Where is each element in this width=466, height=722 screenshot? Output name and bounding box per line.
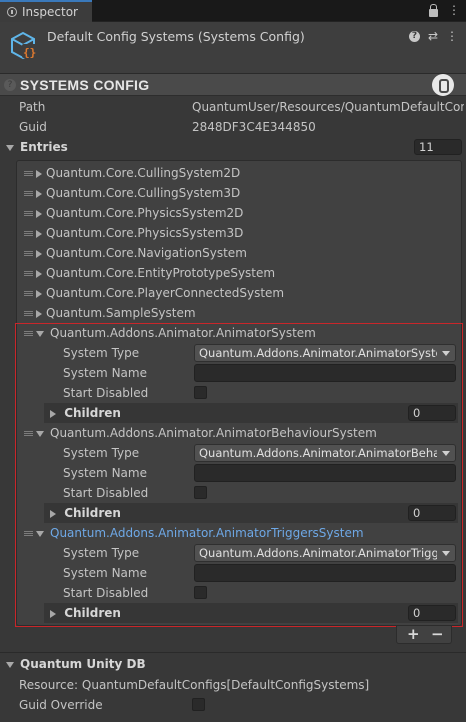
foldout-arrow-icon[interactable] [36, 189, 42, 198]
drag-handle-icon[interactable] [24, 311, 33, 316]
kebab-menu-icon[interactable]: ⋮ [448, 3, 460, 17]
foldout-arrow-icon[interactable] [36, 289, 42, 298]
object-title: Default Config Systems (Systems Config) [47, 29, 305, 44]
tab-label: Inspector [22, 5, 78, 19]
info-icon [7, 7, 17, 17]
list-item[interactable]: Quantum.Core.CullingSystem3D [24, 183, 240, 203]
list-item[interactable]: Quantum.Core.CullingSystem2D [24, 163, 240, 183]
path-label: Path [19, 100, 46, 114]
drag-handle-icon[interactable] [24, 291, 33, 296]
drag-handle-icon[interactable] [24, 231, 33, 236]
drag-handle-icon[interactable] [24, 211, 33, 216]
svg-text:{}: {} [23, 46, 36, 59]
foldout-arrow-icon[interactable] [36, 269, 42, 278]
unity-db-foldout[interactable]: Quantum Unity DB [6, 654, 146, 674]
foldout-arrow-icon[interactable] [36, 309, 42, 318]
foldout-arrow-icon[interactable] [36, 209, 42, 218]
list-item[interactable]: Quantum.Core.EntityPrototypeSystem [24, 263, 275, 283]
header-controls: ? ⇄ ⋮ [408, 29, 458, 43]
foldout-arrow-icon[interactable] [36, 169, 42, 178]
drag-handle-icon[interactable] [24, 271, 33, 276]
list-footer-buttons: + − [396, 626, 452, 644]
drag-handle-icon[interactable] [24, 191, 33, 196]
entries-foldout[interactable]: Entries [6, 137, 68, 157]
path-value: QuantumUser/Resources/QuantumDefaultConf… [192, 100, 464, 114]
guid-override-label: Guid Override [19, 698, 103, 712]
list-item[interactable]: Quantum.Core.NavigationSystem [24, 243, 247, 263]
entries-size-field[interactable]: 11 [414, 139, 462, 155]
foldout-arrow-icon [6, 144, 14, 151]
lock-icon[interactable] [429, 4, 438, 17]
list-item[interactable]: Quantum.Core.PlayerConnectedSystem [24, 283, 284, 303]
list-item[interactable]: Quantum.Core.PhysicsSystem3D [24, 223, 243, 243]
guid-value: 2848DF3C4E344850 [192, 120, 316, 134]
help-icon[interactable]: ? [4, 79, 16, 91]
help-icon[interactable]: ? [408, 31, 420, 42]
presets-icon[interactable]: ⇄ [428, 29, 438, 43]
resource-label: Resource: QuantumDefaultConfigs[DefaultC… [19, 678, 370, 692]
foldout-arrow-icon[interactable] [36, 249, 42, 258]
kebab-menu-icon[interactable]: ⋮ [446, 29, 458, 43]
section-divider [0, 652, 466, 653]
list-item[interactable]: Quantum.Core.PhysicsSystem2D [24, 203, 243, 223]
foldout-arrow-icon[interactable] [36, 229, 42, 238]
config-asset-icon: {} [11, 31, 37, 60]
drag-handle-icon[interactable] [24, 171, 33, 176]
section-title: SYSTEMS CONFIG [20, 77, 150, 93]
tabbar-controls: ⋮ [429, 3, 460, 17]
inspector-tabbar: Inspector ⋮ [0, 0, 466, 22]
quantum-logo-icon [432, 74, 454, 96]
unity-db-title: Quantum Unity DB [20, 657, 146, 671]
guid-override-checkbox[interactable] [192, 698, 205, 711]
foldout-arrow-icon [6, 661, 14, 668]
add-entry-button[interactable]: + [407, 626, 420, 642]
remove-entry-button[interactable]: − [431, 626, 444, 642]
drag-handle-icon[interactable] [24, 251, 33, 256]
tab-inspector[interactable]: Inspector [0, 0, 92, 22]
highlight-outline [15, 323, 463, 627]
guid-label: Guid [19, 120, 47, 134]
object-header: {} Default Config Systems (Systems Confi… [0, 22, 466, 74]
entries-label: Entries [20, 140, 68, 154]
list-item[interactable]: Quantum.SampleSystem [24, 303, 196, 323]
systems-config-banner: ? SYSTEMS CONFIG [0, 74, 466, 96]
